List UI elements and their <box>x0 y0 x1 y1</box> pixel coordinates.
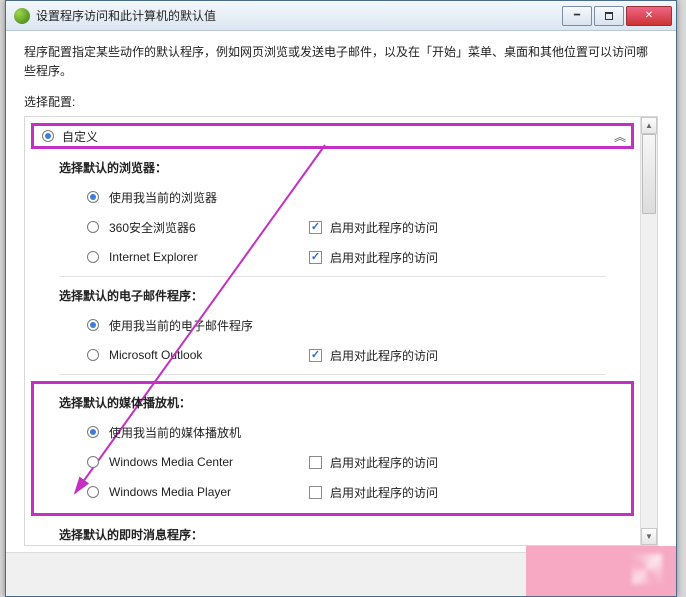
access-label: 启用对此程序的访问 <box>330 219 438 236</box>
email-option-outlook[interactable]: Microsoft Outlook 启用对此程序的访问 <box>31 340 634 370</box>
section-email-title: 选择默认的电子邮件程序： <box>31 277 634 310</box>
section-browser-title: 选择默认的浏览器： <box>31 149 634 182</box>
scroll-thumb[interactable] <box>642 134 656 214</box>
radio-icon <box>87 319 99 331</box>
collapse-icon[interactable]: ︽ <box>614 128 623 145</box>
dialog-content: 程序配置指定某些动作的默认程序，例如网页浏览或发送电子邮件，以及在「开始」菜单、… <box>6 31 676 546</box>
window-controls: ━ ✕ <box>560 6 672 26</box>
access-checkbox[interactable] <box>309 349 322 362</box>
option-label: Windows Media Player <box>109 485 309 499</box>
browser-option-current[interactable]: 使用我当前的浏览器 <box>31 182 634 212</box>
watermark-overlay <box>526 546 676 596</box>
radio-icon <box>87 426 99 438</box>
access-checkbox[interactable] <box>309 456 322 469</box>
option-label: Internet Explorer <box>109 250 309 264</box>
option-label: 使用我当前的电子邮件程序 <box>109 317 309 334</box>
section-media-highlight: 选择默认的媒体播放机： 使用我当前的媒体播放机 Windows Media Ce… <box>31 381 634 516</box>
media-option-wmc[interactable]: Windows Media Center 启用对此程序的访问 <box>34 447 631 477</box>
access-label: 启用对此程序的访问 <box>330 484 438 501</box>
radio-icon <box>87 456 99 468</box>
access-checkbox[interactable] <box>309 221 322 234</box>
config-name: 自定义 <box>62 128 614 145</box>
app-icon <box>14 8 30 24</box>
config-panel-body: 自定义 ︽ 选择默认的浏览器： 使用我当前的浏览器 360安全浏览器6 <box>25 117 640 545</box>
section-im-title: 选择默认的即时消息程序： <box>31 516 634 549</box>
access-checkbox[interactable] <box>309 251 322 264</box>
vertical-scrollbar[interactable]: ▲ ▼ <box>640 117 657 545</box>
titlebar[interactable]: 设置程序访问和此计算机的默认值 ━ ✕ <box>6 1 676 31</box>
option-label: Microsoft Outlook <box>109 348 309 362</box>
maximize-button[interactable] <box>594 6 624 26</box>
separator <box>59 374 606 375</box>
option-label: Windows Media Center <box>109 455 309 469</box>
option-label: 使用我当前的媒体播放机 <box>109 424 309 441</box>
option-label: 360安全浏览器6 <box>109 219 309 236</box>
email-option-current[interactable]: 使用我当前的电子邮件程序 <box>31 310 634 340</box>
radio-icon <box>87 191 99 203</box>
option-label: 使用我当前的浏览器 <box>109 189 309 206</box>
radio-icon <box>87 251 99 263</box>
radio-icon <box>42 130 54 142</box>
browser-option-ie[interactable]: Internet Explorer 启用对此程序的访问 <box>31 242 634 272</box>
access-label: 启用对此程序的访问 <box>330 249 438 266</box>
scroll-up-button[interactable]: ▲ <box>641 117 657 134</box>
close-button[interactable]: ✕ <box>626 6 672 26</box>
config-panel: 自定义 ︽ 选择默认的浏览器： 使用我当前的浏览器 360安全浏览器6 <box>24 116 658 546</box>
radio-icon <box>87 349 99 361</box>
media-option-current[interactable]: 使用我当前的媒体播放机 <box>34 417 631 447</box>
access-checkbox[interactable] <box>309 486 322 499</box>
description-text: 程序配置指定某些动作的默认程序，例如网页浏览或发送电子邮件，以及在「开始」菜单、… <box>24 43 658 81</box>
radio-icon <box>87 486 99 498</box>
dialog-window: 设置程序访问和此计算机的默认值 ━ ✕ 程序配置指定某些动作的默认程序，例如网页… <box>5 0 677 597</box>
media-option-wmp[interactable]: Windows Media Player 启用对此程序的访问 <box>34 477 631 507</box>
minimize-button[interactable]: ━ <box>562 6 592 26</box>
config-custom-row[interactable]: 自定义 ︽ <box>31 123 634 149</box>
access-label: 启用对此程序的访问 <box>330 454 438 471</box>
access-label: 启用对此程序的访问 <box>330 347 438 364</box>
scroll-down-button[interactable]: ▼ <box>641 528 657 545</box>
choose-config-label: 选择配置: <box>24 93 658 110</box>
radio-icon <box>87 221 99 233</box>
browser-option-360[interactable]: 360安全浏览器6 启用对此程序的访问 <box>31 212 634 242</box>
section-media-title: 选择默认的媒体播放机： <box>34 384 631 417</box>
window-title: 设置程序访问和此计算机的默认值 <box>36 7 560 24</box>
